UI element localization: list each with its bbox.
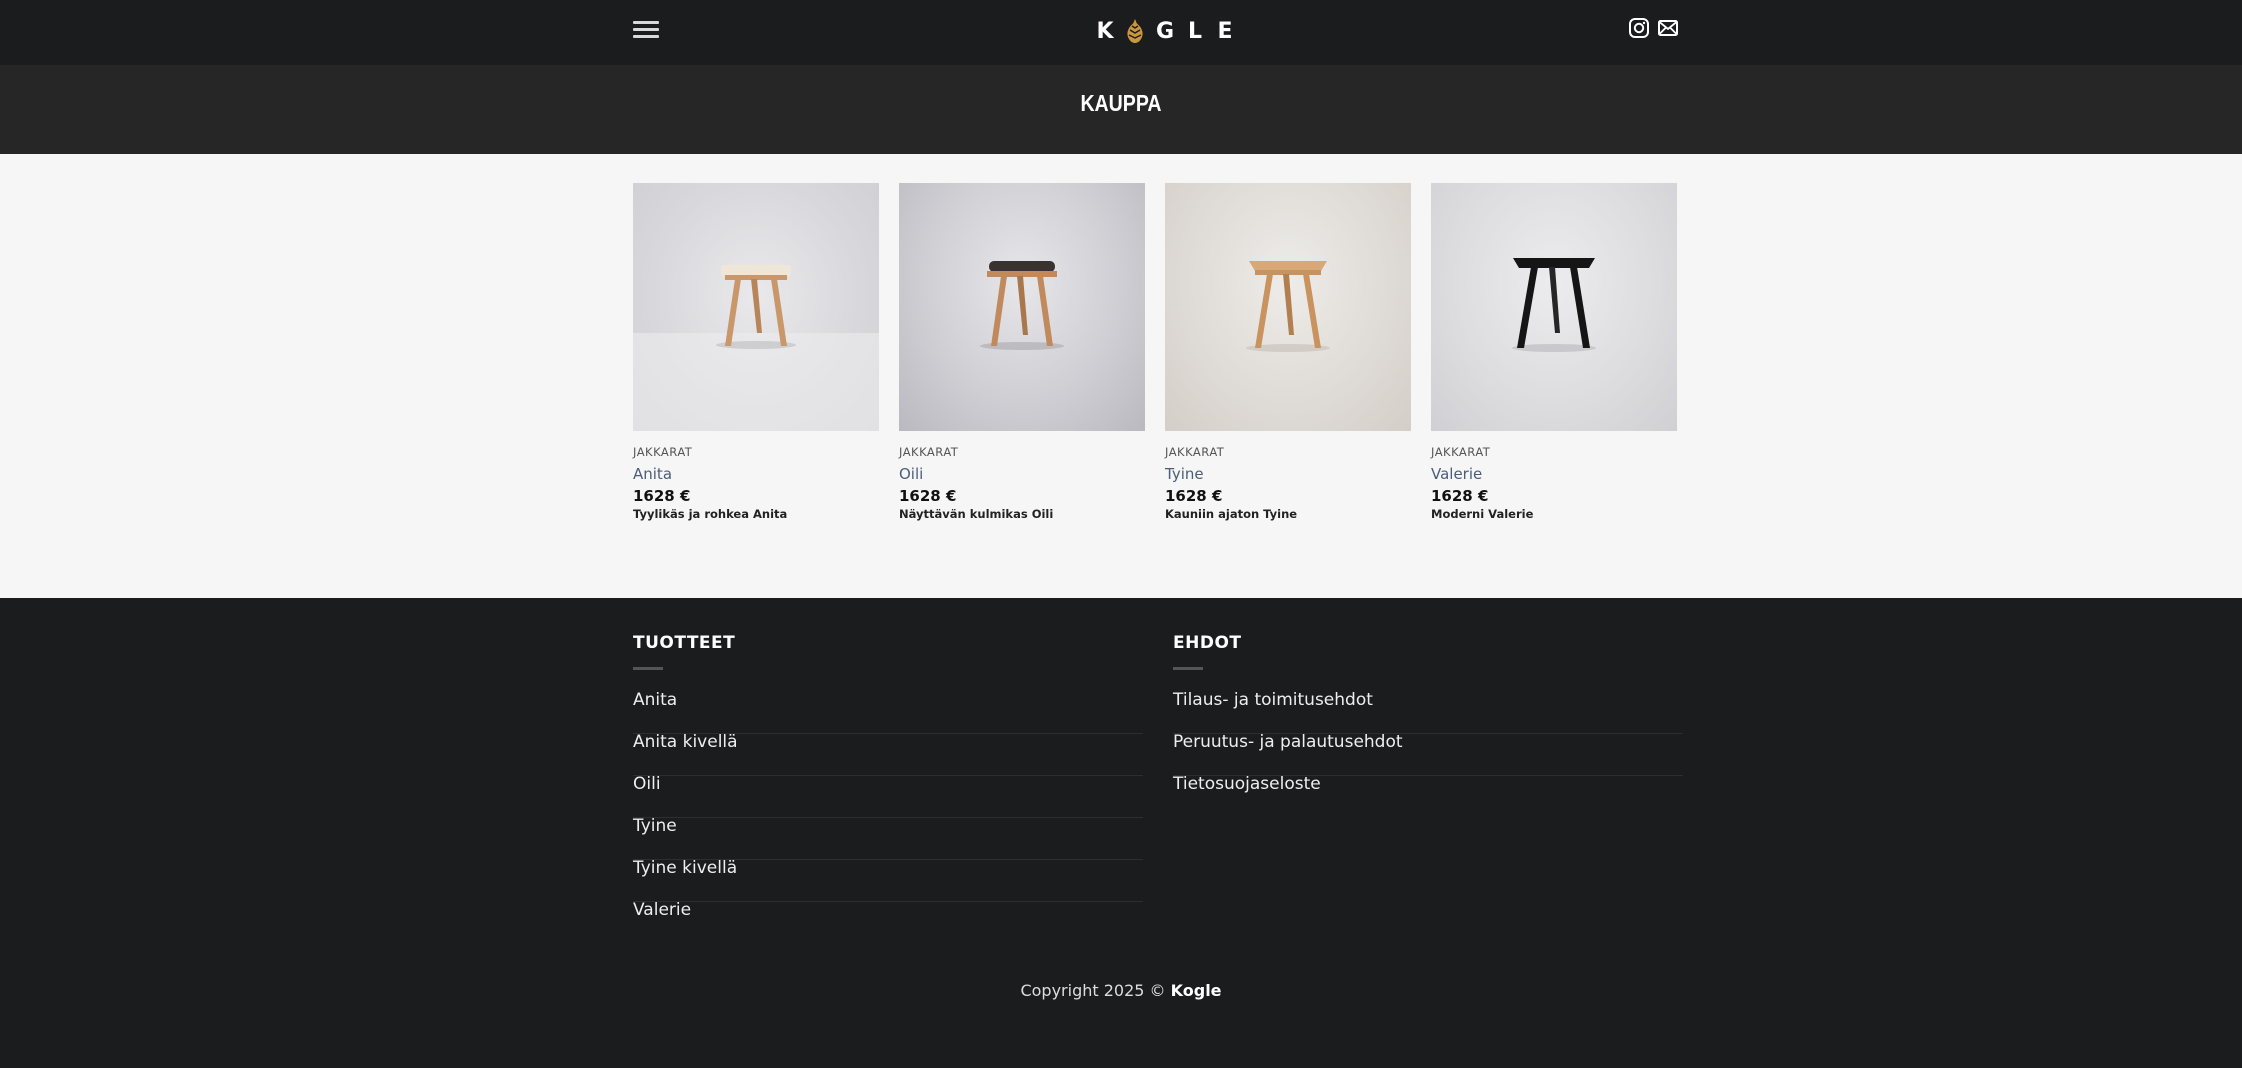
kogle-logo[interactable]: K G L E (1090, 16, 1240, 46)
logo-letter: G (1155, 18, 1175, 44)
logo-letter: E (1217, 18, 1233, 44)
footer-link-privacy-policy[interactable]: Tietosuojaseloste (1173, 776, 1683, 818)
product-price: 1628 € (1165, 487, 1223, 505)
product-image[interactable] (899, 183, 1145, 431)
product-price: 1628 € (899, 487, 957, 505)
product-category: JAKKARAT (1431, 445, 1491, 459)
footer-link-anita[interactable]: Anita (633, 692, 1143, 734)
footer-link-tyine-kivella[interactable]: Tyine kivellä (633, 860, 1143, 902)
footer-link-valerie[interactable]: Valerie (633, 902, 1143, 944)
logo-letter: K (1096, 18, 1114, 44)
product-category: JAKKARAT (899, 445, 959, 459)
hamburger-menu-icon[interactable] (633, 20, 659, 40)
footer-link-return-terms[interactable]: Peruutus- ja palautusehdot (1173, 734, 1683, 776)
product-description: Tyylikäs ja rohkea Anita (633, 507, 788, 521)
product-description: Moderni Valerie (1431, 507, 1534, 521)
footer-link-oili[interactable]: Oili (633, 776, 1143, 818)
product-card[interactable]: JAKKARAT Oili 1628 € Näyttävän kulmikas … (899, 183, 1145, 521)
footer-terms-heading: EHDOT (1173, 633, 1242, 653)
footer-link-order-terms[interactable]: Tilaus- ja toimitusehdot (1173, 692, 1683, 734)
product-category: JAKKARAT (633, 445, 693, 459)
product-name-link[interactable]: Valerie (1431, 465, 1677, 483)
footer-terms-column: EHDOT Tilaus- ja toimitusehdot Peruutus-… (1173, 633, 1683, 818)
product-category: JAKKARAT (1165, 445, 1225, 459)
heading-divider (633, 667, 663, 670)
product-name-link[interactable]: Oili (899, 465, 1145, 483)
copyright-brand: Kogle (1170, 981, 1222, 1000)
top-bar: K G L E (0, 0, 2242, 65)
product-image[interactable] (633, 183, 879, 431)
product-card[interactable]: JAKKARAT Valerie 1628 € Moderni Valerie (1431, 183, 1677, 521)
product-description: Kauniin ajaton Tyine (1165, 507, 1298, 521)
logo-letter: L (1187, 18, 1203, 44)
footer-products-list: Anita Anita kivellä Oili Tyine Tyine kiv… (633, 692, 1143, 944)
product-price: 1628 € (1431, 487, 1489, 505)
product-description: Näyttävän kulmikas Oili (899, 507, 1054, 521)
product-image[interactable] (1431, 183, 1677, 431)
product-card[interactable]: JAKKARAT Tyine 1628 € Kauniin ajaton Tyi… (1165, 183, 1411, 521)
product-card[interactable]: JAKKARAT Anita 1628 € Tyylikäs ja rohkea… (633, 183, 879, 521)
footer-products-column: TUOTTEET Anita Anita kivellä Oili Tyine … (633, 633, 1143, 944)
heading-divider (1173, 667, 1203, 670)
mail-icon[interactable] (1657, 17, 1679, 39)
copyright-text: Copyright 2025 © (1020, 981, 1171, 1000)
footer-products-heading: TUOTTEET (633, 633, 736, 653)
page-title-bar: KAUPPA (0, 65, 2242, 154)
footer-terms-list: Tilaus- ja toimitusehdot Peruutus- ja pa… (1173, 692, 1683, 818)
footer: TUOTTEET Anita Anita kivellä Oili Tyine … (0, 598, 2242, 1068)
page-title: KAUPPA (1080, 90, 1162, 116)
footer-link-anita-kivella[interactable]: Anita kivellä (633, 734, 1143, 776)
pinecone-icon (1120, 16, 1150, 46)
product-price: 1628 € (633, 487, 691, 505)
product-name-link[interactable]: Anita (633, 465, 879, 483)
instagram-icon[interactable] (1628, 17, 1650, 39)
footer-link-tyine[interactable]: Tyine (633, 818, 1143, 860)
product-name-link[interactable]: Tyine (1165, 465, 1411, 483)
product-image[interactable] (1165, 183, 1411, 431)
copyright: Copyright 2025 © Kogle (0, 981, 2242, 1000)
